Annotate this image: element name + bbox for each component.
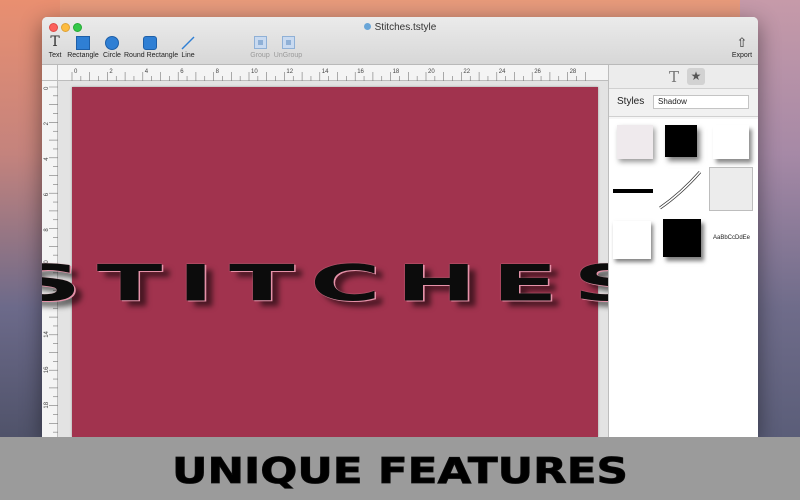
line-tool-icon	[181, 36, 195, 49]
rectangle-tool-label: Rectangle	[67, 52, 99, 59]
group-icon	[253, 36, 267, 49]
style-thumbnail[interactable]	[663, 219, 701, 257]
banner-title-svg: UNIQUE FEATURES	[172, 451, 629, 493]
rectangle-tool-button[interactable]: Rectangle	[66, 35, 100, 61]
styles-label: Styles	[617, 96, 645, 107]
ungroup-label: UnGroup	[273, 52, 303, 59]
ruler-label: 6	[44, 192, 50, 196]
group-button[interactable]: Group	[249, 35, 271, 61]
style-thumbnail[interactable]	[613, 189, 653, 193]
text-style-tab-icon[interactable]: T	[669, 68, 679, 86]
ruler-label: 24	[499, 69, 506, 75]
ruler-label: 12	[286, 69, 293, 75]
ruler-label: 16	[357, 69, 364, 75]
circle-tool-icon	[105, 35, 119, 50]
design-canvas[interactable]: STITCHES	[42, 87, 642, 437]
export-button[interactable]: ⇧ Export	[730, 35, 754, 61]
ruler-label: 2	[44, 121, 50, 125]
style-thumbnail[interactable]	[713, 125, 749, 159]
style-thumbnail[interactable]	[617, 125, 653, 159]
sidebar-tabs: T ★	[609, 65, 758, 89]
ruler-label: 22	[463, 69, 470, 75]
round-rectangle-tool-label: Round Rectangle	[124, 52, 179, 59]
document-icon	[363, 23, 371, 30]
export-label: Export	[731, 52, 753, 59]
ruler-label: 0	[74, 69, 78, 75]
ruler-corner	[42, 65, 58, 81]
feature-banner: UNIQUE FEATURES	[0, 437, 800, 500]
text-tool-label: Text	[48, 52, 62, 59]
share-icon: ⇧	[736, 35, 748, 50]
line-tool-label: Line	[181, 52, 195, 59]
circle-tool-button[interactable]: Circle	[102, 35, 122, 61]
circle-tool-label: Circle	[103, 52, 121, 59]
ruler-label: 0	[44, 86, 50, 90]
style-thumbnail[interactable]	[709, 167, 753, 211]
styles-row: Styles Shadow	[609, 89, 758, 117]
window-title: Stitches.tstyle	[42, 22, 758, 33]
window-title-text: Stitches.tstyle	[374, 22, 437, 33]
ruler-label: 14	[322, 69, 329, 75]
ruler-label: 26	[534, 69, 541, 75]
star-icon[interactable]: ★	[687, 68, 705, 85]
ruler-label: 4	[145, 69, 149, 75]
styles-select[interactable]: Shadow	[653, 95, 749, 109]
canvas-area[interactable]: 0 2 4 6 8 10 12 14 16 18 20 22 24 26 28 0 2 4 6 8 10 12 14 16 1…	[42, 65, 642, 437]
ruler-label: 10	[251, 69, 258, 75]
ruler-label: 14	[44, 330, 50, 337]
style-thumbnail[interactable]	[665, 125, 697, 157]
ruler-label: 18	[393, 69, 400, 75]
banner-title: UNIQUE FEATURES	[172, 451, 628, 492]
titlebar: Stitches.tstyle T Text Rectangle Circle …	[42, 17, 758, 65]
style-thumbnail[interactable]	[613, 221, 651, 259]
ruler-label: 2	[109, 69, 113, 75]
ruler-label: 6	[180, 69, 184, 75]
app-window: Stitches.tstyle T Text Rectangle Circle …	[42, 17, 758, 437]
round-rectangle-tool-icon	[143, 35, 157, 50]
horizontal-ruler-ticks: 0 2 4 6 8 10 12 14 16 18 20 22 24 26 28	[71, 69, 586, 81]
ruler-label: 16	[44, 366, 50, 373]
style-thumbnail[interactable]	[657, 169, 703, 211]
horizontal-ruler: 0 2 4 6 8 10 12 14 16 18 20 22 24 26 28	[42, 65, 608, 81]
ruler-label: 8	[216, 69, 220, 75]
style-thumbnails: AaBbCcDdEe	[609, 119, 758, 437]
ungroup-button[interactable]: UnGroup	[273, 35, 303, 61]
ruler-label: 20	[428, 69, 435, 75]
line-tool-button[interactable]: Line	[179, 35, 197, 61]
ruler-label: 4	[44, 157, 50, 161]
ruler-label: 18	[44, 401, 50, 408]
styles-sidebar: T ★ Styles Shadow AaBbCcDdEe	[608, 65, 758, 437]
text-tool-icon: T	[50, 34, 60, 50]
group-label: Group	[250, 52, 270, 59]
ungroup-icon	[281, 36, 295, 49]
text-tool-button[interactable]: T Text	[46, 35, 64, 61]
rectangle-tool-icon	[76, 35, 90, 50]
round-rectangle-tool-button[interactable]: Round Rectangle	[124, 35, 179, 61]
ruler-label: 8	[44, 228, 50, 232]
ruler-label: 28	[570, 69, 577, 75]
style-thumbnail-text[interactable]: AaBbCcDdEe	[713, 235, 750, 241]
